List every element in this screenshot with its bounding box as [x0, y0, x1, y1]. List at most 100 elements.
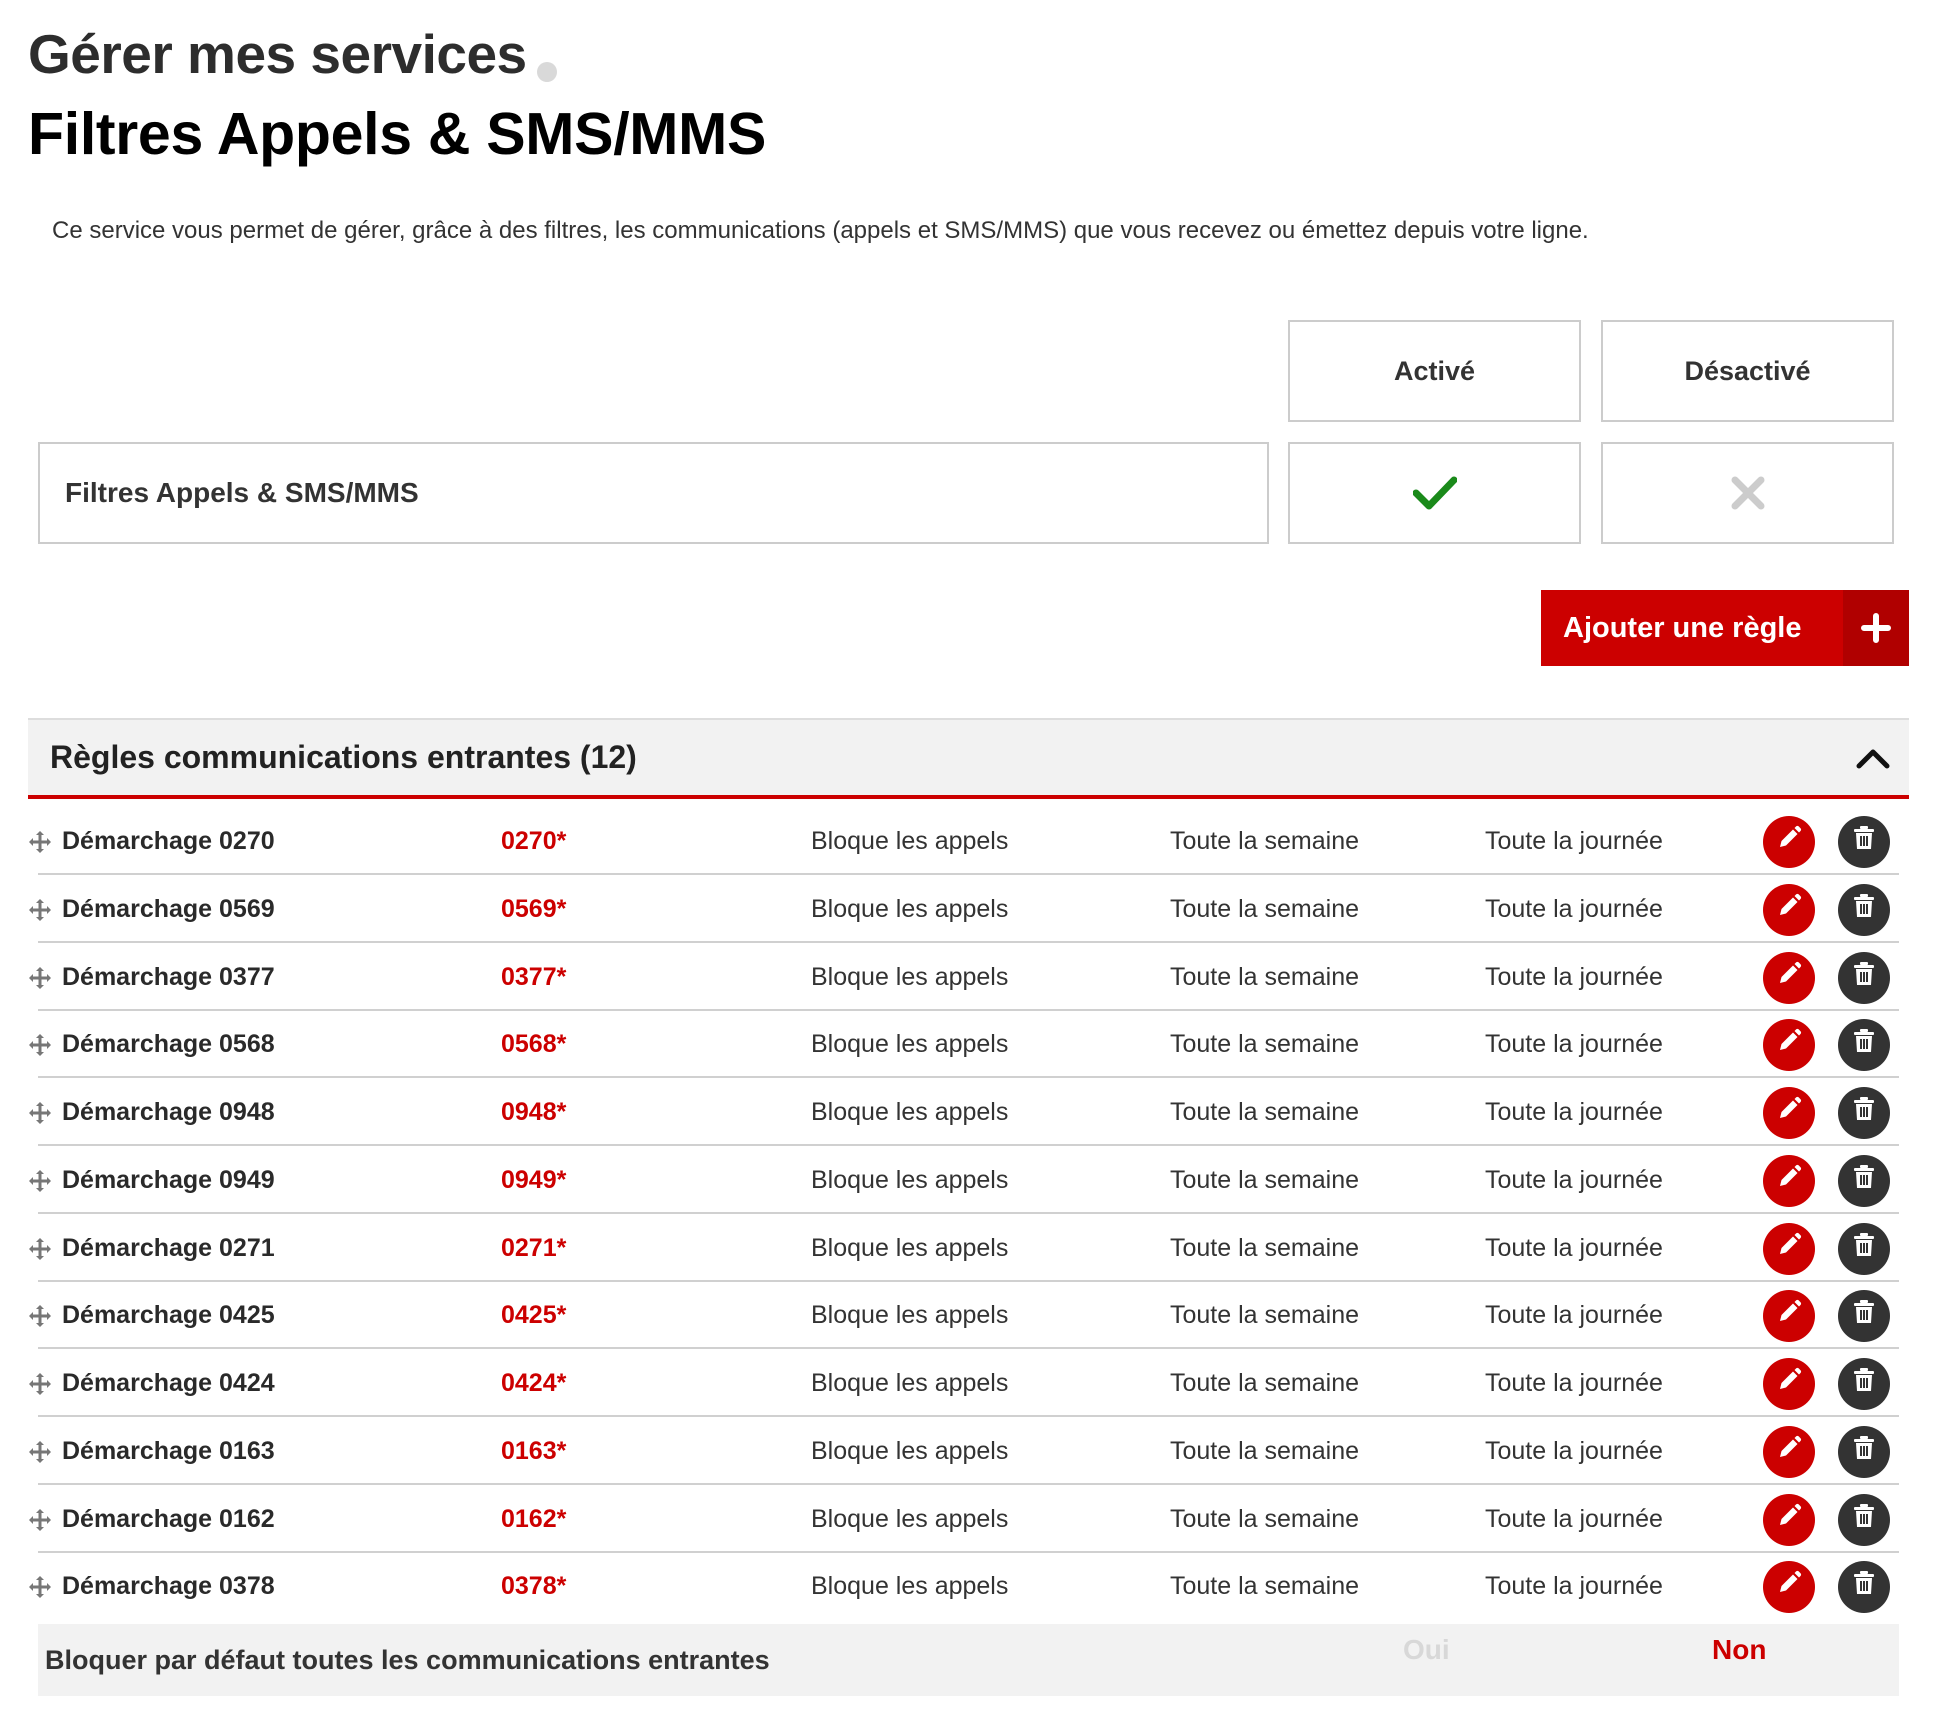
edit-rule-button[interactable]: [1763, 951, 1815, 1004]
rule-days: Toute la semaine: [1170, 1166, 1360, 1194]
edit-rule-button[interactable]: [1763, 1018, 1815, 1071]
incoming-rules-title: Règles communications entrantes (12): [50, 739, 637, 775]
rule-row: Démarchage 0948 0948* Bloque les appels Tou…: [28, 1079, 1909, 1146]
delete-rule-button[interactable]: [1838, 1560, 1890, 1613]
rule-number: 0271*: [501, 1234, 567, 1262]
rule-action: Bloque les appels: [811, 1437, 1009, 1465]
drag-handle-icon[interactable]: [28, 1486, 52, 1553]
drag-handle-icon[interactable]: [28, 1418, 52, 1485]
delete-rule-button[interactable]: [1838, 1154, 1890, 1207]
pencil-icon: [1776, 1232, 1802, 1265]
pencil-icon: [1776, 1367, 1802, 1400]
delete-rule-button[interactable]: [1838, 1357, 1890, 1410]
rule-row: Démarchage 0949 0949* Bloque les appels Tou…: [28, 1147, 1909, 1214]
rule-name: Démarchage 0425: [62, 1301, 275, 1329]
rule-days: Toute la semaine: [1170, 895, 1360, 923]
delete-rule-button[interactable]: [1838, 1493, 1890, 1546]
drag-handle-icon[interactable]: [28, 1079, 52, 1146]
drag-handle-icon[interactable]: [28, 876, 52, 943]
delete-rule-button[interactable]: [1838, 1018, 1890, 1071]
edit-rule-button[interactable]: [1763, 1560, 1815, 1613]
activate-option[interactable]: [1288, 442, 1581, 544]
edit-rule-button[interactable]: [1763, 1289, 1815, 1342]
rule-time: Toute la journée: [1485, 895, 1663, 923]
add-rule-button[interactable]: Ajouter une règle: [1541, 590, 1909, 666]
pencil-icon: [1776, 1299, 1802, 1332]
rule-number: 0568*: [501, 1030, 567, 1058]
drag-handle-icon[interactable]: [28, 1215, 52, 1282]
pencil-icon: [1776, 1435, 1802, 1468]
rule-name: Démarchage 0377: [62, 963, 275, 991]
rule-number: 0270*: [501, 827, 567, 855]
incoming-rules-accordion[interactable]: Règles communications entrantes (12): [28, 718, 1909, 799]
drag-handle-icon[interactable]: [28, 1282, 52, 1349]
edit-rule-button[interactable]: [1763, 1154, 1815, 1207]
rule-name: Démarchage 0162: [62, 1505, 275, 1533]
delete-rule-button[interactable]: [1838, 815, 1890, 868]
deactivate-option[interactable]: [1601, 442, 1894, 544]
delete-rule-button[interactable]: [1838, 1289, 1890, 1342]
rule-row: Démarchage 0569 0569* Bloque les appels Tou…: [28, 876, 1909, 943]
rule-number: 0425*: [501, 1301, 567, 1329]
rule-action: Bloque les appels: [811, 1098, 1009, 1126]
default-block-label: Bloquer par défaut toutes les communicat…: [45, 1644, 770, 1675]
edit-rule-button[interactable]: [1763, 1086, 1815, 1139]
rule-name: Démarchage 0949: [62, 1166, 275, 1194]
default-block-yes-option[interactable]: Oui: [1403, 1634, 1450, 1666]
rule-row: Démarchage 0377 0377* Bloque les appels Tou…: [28, 944, 1909, 1011]
rule-action: Bloque les appels: [811, 1301, 1009, 1329]
delete-rule-button[interactable]: [1838, 1086, 1890, 1139]
trash-icon: [1852, 1435, 1876, 1468]
rule-name: Démarchage 0271: [62, 1234, 275, 1262]
delete-rule-button[interactable]: [1838, 951, 1890, 1004]
rule-row: Démarchage 0271 0271* Bloque les appels Tou…: [28, 1215, 1909, 1282]
edit-rule-button[interactable]: [1763, 1425, 1815, 1478]
rule-number: 0948*: [501, 1098, 567, 1126]
edit-rule-button[interactable]: [1763, 1357, 1815, 1410]
delete-rule-button[interactable]: [1838, 883, 1890, 936]
rule-number: 0378*: [501, 1572, 567, 1600]
rule-row: Démarchage 0163 0163* Bloque les appels Tou…: [28, 1418, 1909, 1485]
rule-action: Bloque les appels: [811, 1369, 1009, 1397]
edit-rule-button[interactable]: [1763, 815, 1815, 868]
row-divider: [38, 1076, 1899, 1078]
chevron-up-icon[interactable]: [1843, 728, 1903, 788]
column-header-active: Activé: [1288, 320, 1581, 422]
rule-number: 0377*: [501, 963, 567, 991]
rule-time: Toute la journée: [1485, 1572, 1663, 1600]
service-name-cell: Filtres Appels & SMS/MMS: [38, 442, 1269, 544]
rule-action: Bloque les appels: [811, 1505, 1009, 1533]
rule-time: Toute la journée: [1485, 1369, 1663, 1397]
drag-handle-icon[interactable]: [28, 808, 52, 875]
delete-rule-button[interactable]: [1838, 1425, 1890, 1478]
trash-icon: [1852, 1367, 1876, 1400]
rule-time: Toute la journée: [1485, 1437, 1663, 1465]
trash-icon: [1852, 1299, 1876, 1332]
rule-action: Bloque les appels: [811, 1572, 1009, 1600]
page-subtitle: Filtres Appels & SMS/MMS: [28, 101, 767, 167]
default-block-row: Bloquer par défaut toutes les communicat…: [38, 1624, 1899, 1696]
pencil-icon: [1776, 1164, 1802, 1197]
add-rule-label: Ajouter une règle: [1563, 611, 1802, 644]
drag-handle-icon[interactable]: [28, 944, 52, 1011]
delete-rule-button[interactable]: [1838, 1222, 1890, 1275]
rule-action: Bloque les appels: [811, 963, 1009, 991]
trash-icon: [1852, 961, 1876, 994]
title-dot-icon: [536, 62, 557, 82]
edit-rule-button[interactable]: [1763, 1222, 1815, 1275]
pencil-icon: [1776, 1028, 1802, 1061]
rule-number: 0569*: [501, 895, 567, 923]
service-description: Ce service vous permet de gérer, grâce à…: [52, 217, 1589, 244]
trash-icon: [1852, 1164, 1876, 1197]
edit-rule-button[interactable]: [1763, 883, 1815, 936]
edit-rule-button[interactable]: [1763, 1493, 1815, 1546]
rule-name: Démarchage 0568: [62, 1030, 275, 1058]
default-block-no-option[interactable]: Non: [1712, 1634, 1766, 1666]
drag-handle-icon[interactable]: [28, 1350, 52, 1417]
drag-handle-icon[interactable]: [28, 1553, 52, 1620]
row-divider: [38, 1144, 1899, 1146]
rule-name: Démarchage 0569: [62, 895, 275, 923]
row-divider: [38, 1347, 1899, 1349]
drag-handle-icon[interactable]: [28, 1011, 52, 1078]
drag-handle-icon[interactable]: [28, 1147, 52, 1214]
